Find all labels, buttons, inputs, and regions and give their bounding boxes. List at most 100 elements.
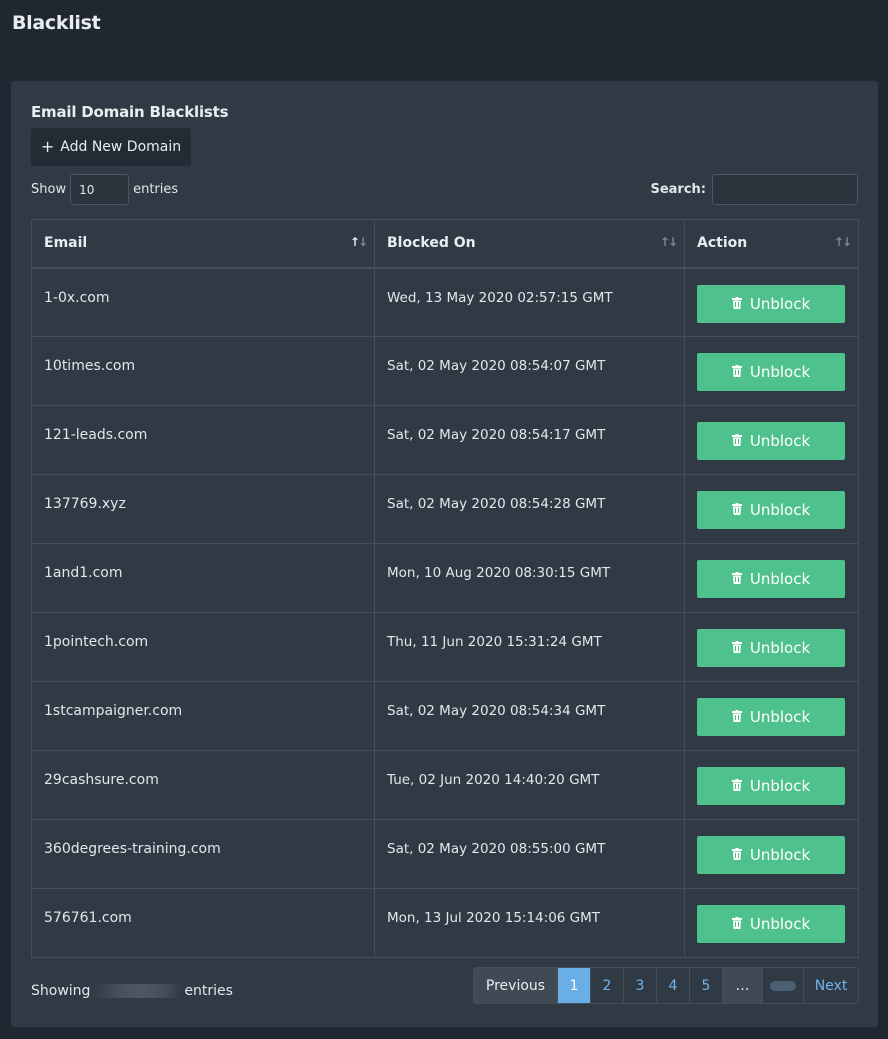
blocked-on-cell: Wed, 13 May 2020 02:57:15 GMT xyxy=(374,267,685,337)
action-cell: Unblock xyxy=(684,819,859,889)
action-cell: Unblock xyxy=(684,336,859,406)
table-row: 576761.com Mon, 13 Jul 2020 15:14:06 GMT U… xyxy=(31,888,859,958)
redacted-count xyxy=(92,984,183,998)
card-title: Email Domain Blacklists xyxy=(31,103,229,121)
trash-icon xyxy=(731,432,742,450)
trash-icon xyxy=(731,708,742,726)
column-header-label: Email xyxy=(44,235,88,252)
table-row: 1pointech.com Thu, 11 Jun 2020 15:31:24 G… xyxy=(31,612,859,682)
unblock-label: Unblock xyxy=(749,708,811,726)
email-cell: 360degrees-training.com xyxy=(31,819,375,889)
unblock-label: Unblock xyxy=(749,777,811,795)
blocked-on-cell: Tue, 02 Jun 2020 14:40:20 GMT xyxy=(374,750,685,820)
trash-icon xyxy=(731,295,742,313)
unblock-button[interactable]: Unblock xyxy=(697,491,845,529)
page-title: Blacklist xyxy=(12,12,101,34)
blocked-on-cell: Sat, 02 May 2020 08:54:07 GMT xyxy=(374,336,685,406)
blocked-on-cell: Thu, 11 Jun 2020 15:31:24 GMT xyxy=(374,612,685,682)
email-cell: 137769.xyz xyxy=(31,474,375,544)
blacklist-card: Email Domain Blacklists + Add New Domain… xyxy=(11,81,878,1027)
showing-prefix: Showing xyxy=(31,983,91,999)
action-cell: Unblock xyxy=(684,612,859,682)
pagination-previous[interactable]: Previous xyxy=(474,968,558,1003)
table-row: 10times.com Sat, 02 May 2020 08:54:07 GMT… xyxy=(31,336,859,406)
unblock-button[interactable]: Unblock xyxy=(697,629,845,667)
table-row: 121-leads.com Sat, 02 May 2020 08:54:17 G… xyxy=(31,405,859,475)
trash-icon xyxy=(731,846,742,864)
action-cell: Unblock xyxy=(684,543,859,613)
pagination-page-5[interactable]: 5 xyxy=(690,968,723,1003)
table-row: 29cashsure.com Tue, 02 Jun 2020 14:40:20 … xyxy=(31,750,859,820)
pagination-ellipsis: … xyxy=(723,968,763,1003)
table-row: 1-0x.com Wed, 13 May 2020 02:57:15 GMT Unb… xyxy=(31,267,859,337)
unblock-button[interactable]: Unblock xyxy=(697,836,845,874)
column-header-action[interactable]: Action ↑↓ xyxy=(684,219,859,269)
search-label: Search: xyxy=(650,182,706,197)
action-cell: Unblock xyxy=(684,888,859,958)
pagination-page-3[interactable]: 3 xyxy=(624,968,657,1003)
add-new-domain-button[interactable]: + Add New Domain xyxy=(31,128,191,166)
unblock-button[interactable]: Unblock xyxy=(697,905,845,943)
showing-suffix: entries xyxy=(184,983,233,999)
column-header-label: Action xyxy=(697,235,748,252)
unblock-button[interactable]: Unblock xyxy=(697,767,845,805)
unblock-label: Unblock xyxy=(749,432,811,450)
unblock-button[interactable]: Unblock xyxy=(697,284,845,323)
email-cell: 576761.com xyxy=(31,888,375,958)
unblock-label: Unblock xyxy=(749,501,811,519)
email-cell: 121-leads.com xyxy=(31,405,375,475)
action-cell: Unblock xyxy=(684,267,859,337)
table-row: 360degrees-training.com Sat, 02 May 2020 … xyxy=(31,819,859,889)
trash-icon xyxy=(731,501,742,519)
column-header-email[interactable]: Email ↑↓ xyxy=(31,219,375,269)
page-length-input[interactable] xyxy=(70,174,130,205)
sort-icon: ↑↓ xyxy=(833,235,852,249)
unblock-label: Unblock xyxy=(749,570,811,588)
blocked-on-cell: Sat, 02 May 2020 08:54:28 GMT xyxy=(374,474,685,544)
blocked-on-cell: Mon, 10 Aug 2020 08:30:15 GMT xyxy=(374,543,685,613)
unblock-button[interactable]: Unblock xyxy=(697,422,845,460)
trash-icon xyxy=(731,639,742,657)
unblock-button[interactable]: Unblock xyxy=(697,353,845,391)
trash-icon xyxy=(731,915,742,933)
unblock-button[interactable]: Unblock xyxy=(697,560,845,598)
add-new-domain-label: Add New Domain xyxy=(60,139,182,155)
email-cell: 1and1.com xyxy=(31,543,375,613)
entries-label: entries xyxy=(133,182,179,197)
unblock-label: Unblock xyxy=(749,294,811,313)
action-cell: Unblock xyxy=(684,405,859,475)
table-row: 1and1.com Mon, 10 Aug 2020 08:30:15 GMT Un… xyxy=(31,543,859,613)
pagination-last-page-redacted[interactable] xyxy=(763,968,804,1003)
table-info: Showing entries xyxy=(31,983,233,999)
unblock-button[interactable]: Unblock xyxy=(697,698,845,736)
pagination-page-4[interactable]: 4 xyxy=(657,968,690,1003)
email-cell: 10times.com xyxy=(31,336,375,406)
pagination-page-1[interactable]: 1 xyxy=(558,968,591,1003)
email-cell: 1-0x.com xyxy=(31,267,375,337)
column-header-label: Blocked On xyxy=(387,235,476,252)
table-row: 137769.xyz Sat, 02 May 2020 08:54:28 GMT U… xyxy=(31,474,859,544)
trash-icon xyxy=(731,363,742,381)
email-cell: 1stcampaigner.com xyxy=(31,681,375,751)
unblock-label: Unblock xyxy=(749,363,811,381)
column-header-blocked-on[interactable]: Blocked On ↑↓ xyxy=(374,219,685,269)
blocked-on-cell: Sat, 02 May 2020 08:55:00 GMT xyxy=(374,819,685,889)
search-control: Search: xyxy=(650,174,858,205)
action-cell: Unblock xyxy=(684,474,859,544)
unblock-label: Unblock xyxy=(749,915,811,933)
pagination-next[interactable]: Next xyxy=(804,968,858,1003)
plus-icon: + xyxy=(40,137,55,156)
unblock-label: Unblock xyxy=(749,846,811,864)
blocked-on-cell: Sat, 02 May 2020 08:54:34 GMT xyxy=(374,681,685,751)
pagination-page-2[interactable]: 2 xyxy=(591,968,624,1003)
email-cell: 1pointech.com xyxy=(31,612,375,682)
trash-icon xyxy=(731,777,742,795)
blacklist-table: Email ↑↓ Blocked On ↑↓ Action ↑↓ 1-0x.co… xyxy=(31,219,859,958)
pagination: Previous 1 2 3 4 5 … Next xyxy=(473,967,859,1004)
email-cell: 29cashsure.com xyxy=(31,750,375,820)
table-header-row: Email ↑↓ Blocked On ↑↓ Action ↑↓ xyxy=(31,219,859,269)
search-input[interactable] xyxy=(712,174,858,205)
trash-icon xyxy=(731,570,742,588)
sort-ascending-icon: ↑↓ xyxy=(349,235,368,249)
table-row: 1stcampaigner.com Sat, 02 May 2020 08:54:… xyxy=(31,681,859,751)
